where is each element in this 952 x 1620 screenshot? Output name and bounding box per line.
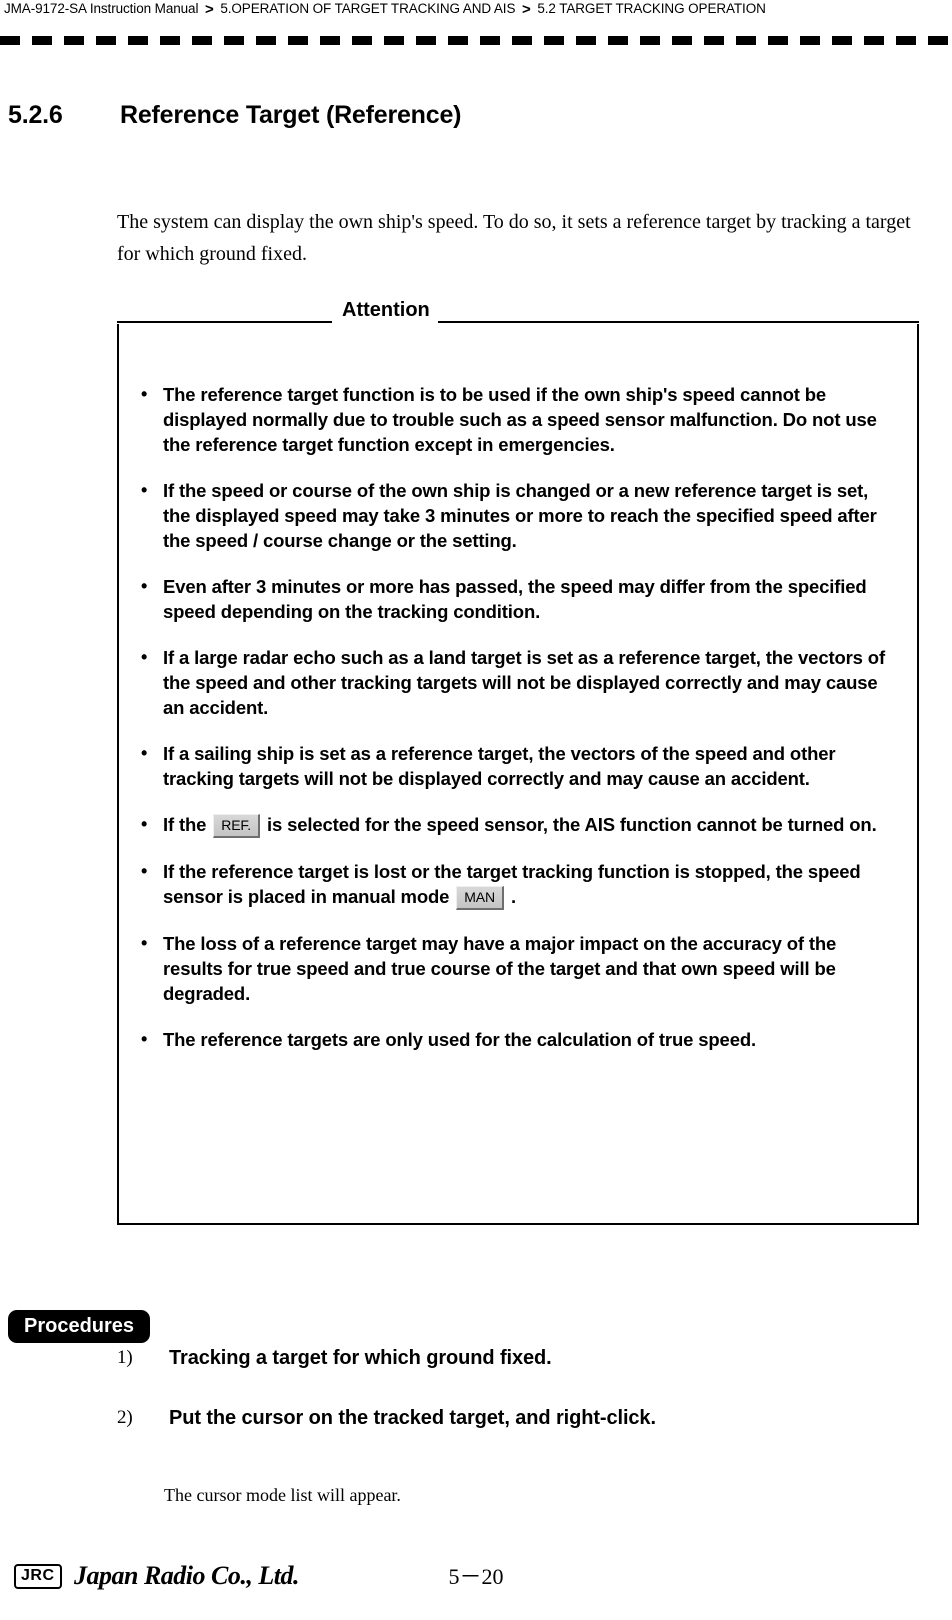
attention-bullet-item-ref-key: • If the REF. is selected for the speed s… (133, 812, 899, 838)
procedure-step-text: Tracking a target for which ground fixed… (169, 1347, 552, 1369)
attention-bullet-item: • If a sailing ship is set as a referenc… (133, 741, 899, 791)
attention-bullet-item: • The reference targets are only used fo… (133, 1027, 899, 1052)
bullet-dot-icon: • (141, 933, 148, 953)
procedures-tag: Procedures (8, 1310, 151, 1343)
attention-bullet-text: The reference targets are only used for … (163, 1029, 756, 1050)
attention-bullet-item: • If the speed or course of the own ship… (133, 478, 899, 553)
attention-bullet-text: If a large radar echo such as a land tar… (163, 647, 885, 718)
breadcrumb-manual-title: JMA-9172-SA Instruction Manual (4, 1, 199, 16)
attention-bullet-text: The reference target function is to be u… (163, 384, 877, 455)
attention-bullet-item: • The loss of a reference target may hav… (133, 931, 899, 1006)
attention-bullet-list: • The reference target function is to be… (133, 382, 899, 1052)
page-title: 5.2.6 Reference Target (Reference) (8, 101, 908, 130)
attention-bullet-text-after: . (505, 886, 516, 907)
attention-box: Attention • The reference target functio… (117, 300, 919, 1225)
attention-title: Attention (342, 299, 430, 321)
attention-rule-left (117, 321, 332, 323)
attention-bullet-text: The loss of a reference target may have … (163, 933, 837, 1004)
bullet-dot-icon: • (141, 1029, 148, 1049)
section-number: 5.2.6 (8, 100, 63, 129)
attention-bullet-text-before: If the (163, 814, 212, 835)
procedure-list: 1) Tracking a target for which ground fi… (117, 1344, 917, 1464)
attention-bullet-text-after: is selected for the speed sensor, the AI… (262, 814, 877, 835)
ref-key-chip[interactable]: REF. (213, 814, 261, 838)
section-title-text: Reference Target (Reference) (120, 100, 462, 129)
page-number: 5－20 (448, 1564, 504, 1589)
bullet-dot-icon: • (141, 384, 148, 404)
procedure-step-text: Put the cursor on the tracked target, an… (169, 1407, 656, 1429)
attention-rule-right (437, 321, 919, 323)
procedure-step-number: 1) (117, 1347, 133, 1368)
procedure-step: 1) Tracking a target for which ground fi… (117, 1344, 917, 1372)
bullet-dot-icon: • (141, 743, 148, 763)
attention-bullet-text: If the speed or course of the own ship i… (163, 480, 877, 551)
breadcrumb-section: 5.2 TARGET TRACKING OPERATION (537, 1, 766, 16)
attention-legend-row: Attention (117, 300, 919, 324)
attention-bullet-item: • If a large radar echo such as a land t… (133, 645, 899, 720)
attention-bullet-item: • The reference target function is to be… (133, 382, 899, 457)
attention-body: • The reference target function is to be… (117, 324, 919, 1225)
attention-bullet-text: Even after 3 minutes or more has passed,… (163, 576, 867, 622)
page-footer: JRC Japan Radio Co., Ltd. 5－20 (0, 1556, 952, 1612)
man-key-chip[interactable]: MAN (456, 886, 504, 910)
attention-bullet-item-man-key: • If the reference target is lost or the … (133, 859, 899, 910)
attention-bullet-item: • Even after 3 minutes or more has passe… (133, 574, 899, 624)
procedure-note: The cursor mode list will appear. (164, 1485, 401, 1505)
intro-paragraph: The system can display the own ship's sp… (117, 211, 911, 265)
bullet-dot-icon: • (141, 814, 148, 834)
bullet-dot-icon: • (141, 480, 148, 500)
breadcrumb: JMA-9172-SA Instruction Manual > 5.OPERA… (4, 1, 766, 18)
bullet-dot-icon: • (141, 576, 148, 596)
breadcrumb-chapter: 5.OPERATION OF TARGET TRACKING AND AIS (220, 1, 516, 16)
breadcrumb-separator-icon: > (522, 1, 531, 18)
breadcrumb-separator-icon: > (205, 1, 214, 18)
procedure-step: 2) Put the cursor on the tracked target,… (117, 1404, 917, 1432)
bullet-dot-icon: • (141, 861, 148, 881)
procedure-step-number: 2) (117, 1407, 133, 1428)
bullet-dot-icon: • (141, 647, 148, 667)
header-dashed-divider (0, 36, 952, 45)
page-header: JMA-9172-SA Instruction Manual > 5.OPERA… (0, 0, 952, 45)
attention-bullet-text: If a sailing ship is set as a reference … (163, 743, 836, 789)
